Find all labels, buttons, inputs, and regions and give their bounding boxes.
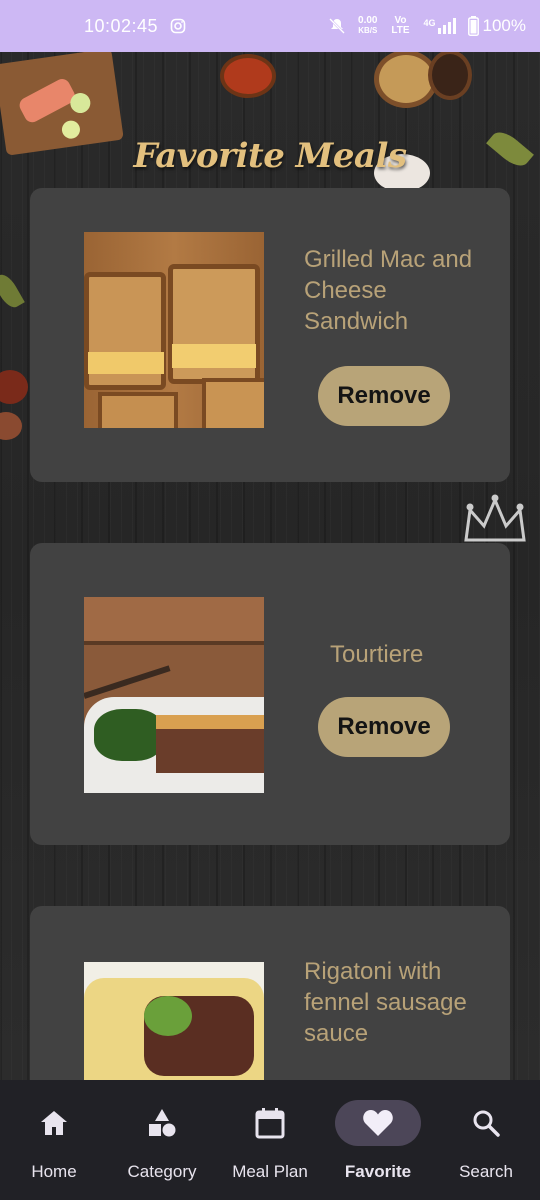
remove-button[interactable]: Remove — [318, 366, 450, 426]
status-bar: 10:02:45 0.00 KB/S Vo LTE 4G 100% — [0, 0, 540, 52]
page-title: Favorite Meals — [133, 136, 407, 176]
meal-card[interactable]: Rigatoni with fennel sausage sauce — [30, 906, 510, 1080]
calendar-icon — [227, 1100, 313, 1146]
heart-icon — [335, 1100, 421, 1146]
nav-item-home[interactable]: Home — [0, 1080, 108, 1200]
remove-button[interactable]: Remove — [318, 697, 450, 757]
nav-item-category[interactable]: Category — [108, 1080, 216, 1200]
status-time: 10:02:45 — [84, 15, 159, 36]
category-icon — [119, 1100, 205, 1146]
home-icon — [11, 1100, 97, 1146]
volte-indicator: Vo LTE — [391, 15, 410, 36]
meal-card[interactable]: Tourtiere Remove — [30, 543, 510, 845]
signal-icon: 4G — [424, 18, 456, 34]
bottom-navigation: Home Category Meal Plan Favorite Search — [0, 1080, 540, 1200]
search-icon — [443, 1100, 529, 1146]
mute-icon — [328, 17, 346, 35]
status-indicators: 0.00 KB/S Vo LTE 4G 100% — [328, 16, 526, 36]
meal-image-rigatoni — [84, 962, 264, 1080]
instagram-icon — [170, 18, 186, 34]
battery-indicator: 100% — [467, 16, 526, 36]
meal-name: Grilled Mac and Cheese Sandwich — [304, 246, 473, 335]
pepper-bowl-image — [428, 52, 472, 100]
meal-card[interactable]: Grilled Mac and Cheese Sandwich Remove — [30, 188, 510, 482]
network-speed: 0.00 KB/S — [358, 15, 378, 36]
meal-image-grilled-mac — [84, 232, 264, 428]
nav-item-favorite[interactable]: Favorite — [324, 1080, 432, 1200]
spice-pile-image — [0, 370, 28, 404]
nav-item-meal-plan[interactable]: Meal Plan — [216, 1080, 324, 1200]
nav-item-search[interactable]: Search — [432, 1080, 540, 1200]
leaf-image — [0, 270, 25, 312]
meal-name: Tourtiere — [330, 641, 424, 668]
spice-pile-image — [0, 412, 22, 440]
meal-name: Rigatoni with fennel sausage sauce — [304, 958, 467, 1047]
meal-image-tourtiere — [84, 597, 264, 793]
spice-bowl-image — [220, 54, 276, 98]
